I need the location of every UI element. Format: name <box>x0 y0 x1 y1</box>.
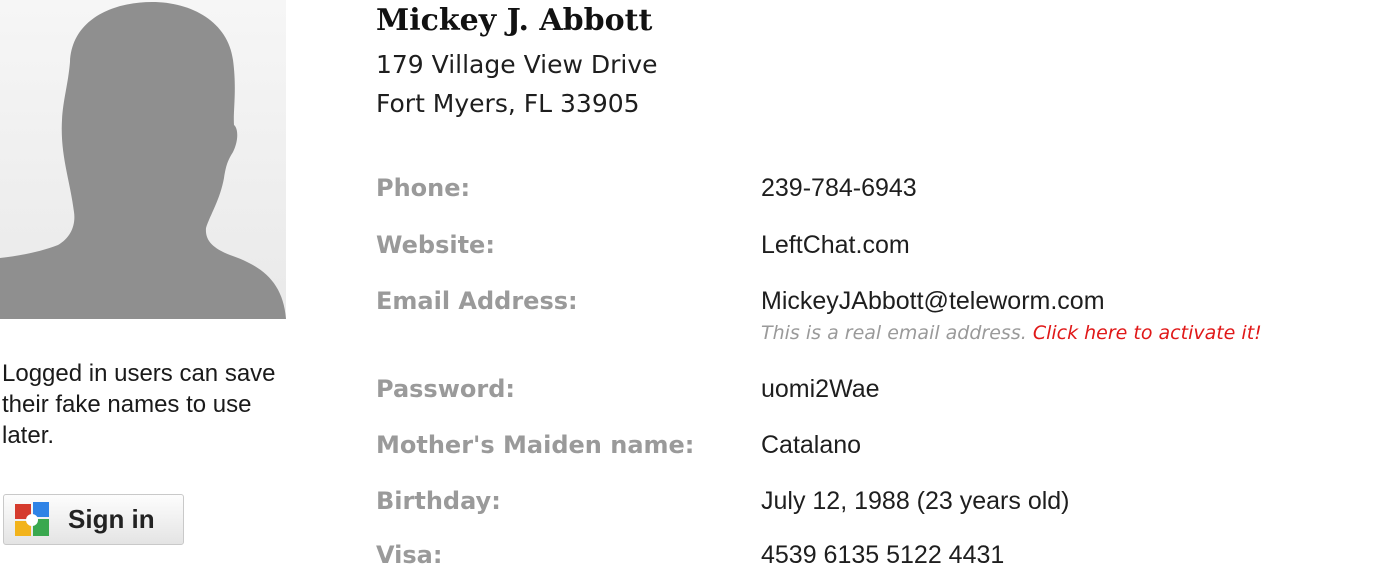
website-value: LeftChat.com <box>761 231 910 259</box>
detail-row-email: Email Address: MickeyJAbbott@teleworm.co… <box>376 287 1400 327</box>
address-line-2: Fort Myers, FL 33905 <box>376 89 640 118</box>
signin-button[interactable]: Sign in <box>3 494 184 545</box>
sidebar: Logged in users can save their fake name… <box>0 0 300 568</box>
email-label: Email Address: <box>376 287 578 315</box>
detail-row-birthday: Birthday: July 12, 1988 (23 years old) <box>376 487 1400 527</box>
visa-label: Visa: <box>376 541 443 569</box>
google-icon <box>15 501 49 536</box>
person-silhouette-icon <box>0 2 286 319</box>
birthday-label: Birthday: <box>376 487 501 515</box>
detail-row-maiden-name: Mother's Maiden name: Catalano <box>376 431 1400 471</box>
detail-row-visa: Visa: 4539 6135 5122 4431 <box>376 541 1400 581</box>
login-note: Logged in users can save their fake name… <box>2 360 276 449</box>
visa-value: 4539 6135 5122 4431 <box>761 541 1005 569</box>
email-note-text: This is a real email address. <box>761 322 1027 344</box>
website-label: Website: <box>376 231 495 259</box>
address-line-1: 179 Village View Drive <box>376 50 658 79</box>
maiden-name-label: Mother's Maiden name: <box>376 431 695 459</box>
phone-label: Phone: <box>376 174 471 202</box>
signin-label: Sign in <box>68 504 155 534</box>
detail-row-phone: Phone: 239-784-6943 <box>376 174 1400 214</box>
password-value: uomi2Wae <box>761 375 880 403</box>
email-note: This is a real email address. Click here… <box>761 322 1262 344</box>
detail-row-website: Website: LeftChat.com <box>376 231 1400 271</box>
detail-row-password: Password: uomi2Wae <box>376 375 1400 415</box>
maiden-name-value: Catalano <box>761 431 862 459</box>
avatar <box>0 0 286 319</box>
identity-panel: Mickey J. Abbott 179 Village View Drive … <box>376 0 1400 569</box>
person-name: Mickey J. Abbott <box>376 3 653 38</box>
birthday-value: July 12, 1988 (23 years old) <box>761 487 1070 515</box>
password-label: Password: <box>376 375 515 403</box>
activate-email-link[interactable]: Click here to activate it! <box>1033 322 1262 344</box>
email-value: MickeyJAbbott@teleworm.com <box>761 287 1105 315</box>
phone-value: 239-784-6943 <box>761 174 917 202</box>
